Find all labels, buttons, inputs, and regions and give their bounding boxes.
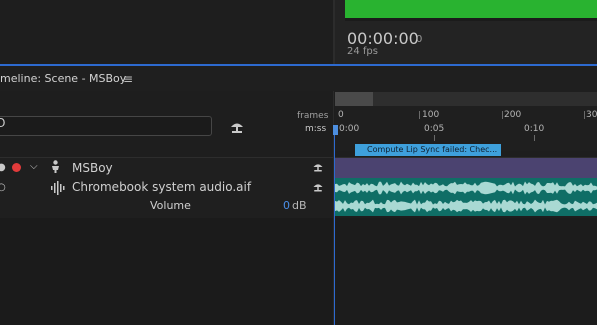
fps-label: 24 fps [347, 46, 378, 57]
playhead-handle[interactable] [333, 125, 338, 135]
ruler-tick [434, 135, 435, 141]
empty-timeline-area [335, 218, 597, 325]
playhead-line [334, 135, 335, 325]
empty-track-area [0, 218, 335, 325]
volume-label: Volume [150, 199, 191, 212]
frame-tick-label: 0 [338, 110, 344, 120]
panel-title[interactable]: meline: Scene - MSBoy [0, 72, 126, 85]
audio-scrub-icon[interactable] [229, 119, 245, 135]
track-name[interactable]: MSBoy [72, 161, 113, 175]
frame-tick-label: 30 [586, 110, 597, 120]
audio-waveform [335, 181, 597, 195]
track-name[interactable]: Chromebook system audio.aif [72, 180, 251, 194]
audio-scrub-icon[interactable] [312, 161, 324, 173]
frame-tick-label: 100 [422, 110, 440, 120]
scrollbar-thumb[interactable] [335, 92, 373, 106]
time-tick-label: 0:10 [524, 124, 545, 134]
puppet-track-bar[interactable] [335, 158, 597, 178]
time-tick-label: 0:05 [424, 124, 445, 134]
record-arm-icon[interactable] [12, 163, 21, 172]
puppet-icon [52, 160, 59, 173]
ruler-tick [419, 111, 420, 119]
search-input[interactable] [0, 116, 212, 136]
audio-waveform-icon [51, 181, 65, 195]
audio-waveform [335, 199, 597, 213]
visibility-dot-icon[interactable]: ○ [0, 182, 6, 193]
frame-tick-label: 200 [504, 110, 522, 120]
stage-canvas[interactable] [345, 0, 597, 21]
time-format-label: m:ss [305, 124, 327, 134]
timeline-scrollbar[interactable] [335, 92, 597, 106]
volume-value[interactable]: 0 [283, 199, 290, 212]
left-panel-area [0, 0, 333, 64]
ruler-tick [584, 111, 585, 119]
ruler-tick [502, 111, 503, 119]
time-tick-label: 0:00 [339, 124, 360, 134]
visibility-dot-icon[interactable]: ● [0, 162, 6, 173]
frames-label: frames [297, 111, 329, 121]
search-value: O [0, 116, 6, 130]
volume-unit: dB [292, 199, 307, 212]
chevron-down-icon[interactable]: ⌵ [30, 161, 38, 172]
audio-scrub-icon[interactable] [312, 181, 324, 193]
panel-menu-icon[interactable]: ≡ [123, 72, 133, 86]
timecode-frame: 0 [416, 34, 423, 45]
lip-sync-warning[interactable]: Compute Lip Sync failed: Chec... [355, 144, 501, 156]
ruler-tick [534, 135, 535, 141]
